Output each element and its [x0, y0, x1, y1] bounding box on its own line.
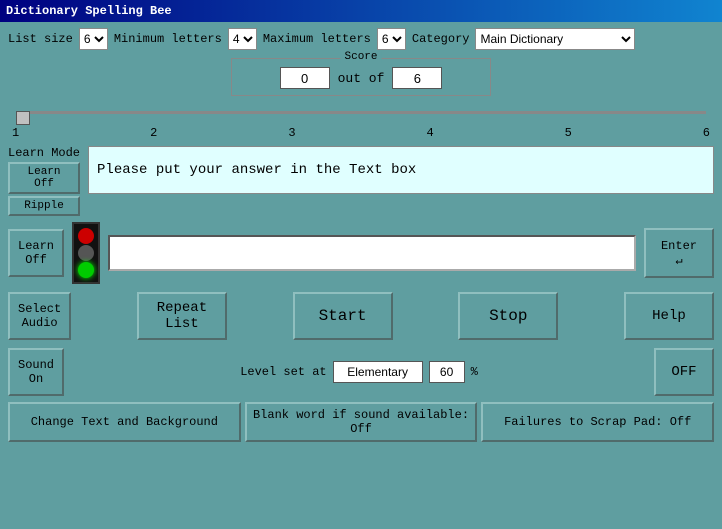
input-row: LearnOff Enter↵	[8, 222, 714, 284]
bottom-row: SoundOn Level set at % OFF	[8, 348, 714, 396]
score-box: Score out of	[231, 58, 491, 96]
category-select[interactable]: Main Dictionary EasyMediumHard	[475, 28, 635, 50]
slider-label-3: 3	[288, 126, 295, 140]
slider-label-5: 5	[565, 126, 572, 140]
level-section: Level set at %	[240, 361, 478, 383]
level-label: Level set at	[240, 365, 326, 379]
select-audio-button[interactable]: SelectAudio	[8, 292, 71, 340]
start-button[interactable]: Start	[293, 292, 393, 340]
yellow-light	[78, 245, 94, 261]
display-text: Please put your answer in the Text box	[97, 162, 416, 178]
title-text: Dictionary Spelling Bee	[6, 4, 172, 18]
learn-off-toggle-button[interactable]: LearnOff	[8, 229, 64, 277]
action-row: SelectAudio RepeatList Start Stop Help	[8, 292, 714, 340]
score-current[interactable]	[280, 67, 330, 89]
top-controls: List size 6 4578 Minimum letters 4 2356 …	[8, 28, 714, 50]
red-light	[78, 228, 94, 244]
sound-on-button[interactable]: SoundOn	[8, 348, 64, 396]
level-pct-input[interactable]	[429, 361, 465, 383]
score-total[interactable]	[392, 67, 442, 89]
list-size-label: List size	[8, 32, 73, 46]
enter-button[interactable]: Enter↵	[644, 228, 714, 278]
off-button[interactable]: OFF	[654, 348, 714, 396]
slider-label-4: 4	[426, 126, 433, 140]
repeat-list-button[interactable]: RepeatList	[137, 292, 227, 340]
out-of-label: out of	[338, 71, 385, 86]
footer-row: Change Text and Background Blank word if…	[8, 402, 714, 442]
display-box: Please put your answer in the Text box	[88, 146, 714, 194]
pct-symbol: %	[471, 365, 478, 379]
green-light	[78, 262, 94, 278]
help-button[interactable]: Help	[624, 292, 714, 340]
progress-slider[interactable]	[16, 104, 706, 120]
list-size-select[interactable]: 6 4578	[79, 28, 108, 50]
learn-off-button[interactable]: LearnOff	[8, 162, 80, 194]
slider-label-2: 2	[150, 126, 157, 140]
title-bar: Dictionary Spelling Bee	[0, 0, 722, 22]
slider-container	[8, 102, 714, 124]
stop-button[interactable]: Stop	[458, 292, 558, 340]
min-letters-select[interactable]: 4 2356	[228, 28, 257, 50]
slider-labels: 1 2 3 4 5 6	[8, 126, 714, 140]
change-text-bg-button[interactable]: Change Text and Background	[8, 402, 241, 442]
enter-symbol: ↵	[675, 253, 682, 268]
traffic-light-icon	[72, 222, 100, 284]
slider-label-6: 6	[703, 126, 710, 140]
answer-input[interactable]	[108, 235, 636, 271]
category-label: Category	[412, 32, 470, 46]
learn-mode-label: Learn Mode	[8, 146, 80, 160]
max-letters-select[interactable]: 6 4578	[377, 28, 406, 50]
min-letters-label: Minimum letters	[114, 32, 222, 46]
score-legend: Score	[340, 51, 381, 63]
blank-word-button[interactable]: Blank word if sound available: Off	[245, 402, 478, 442]
max-letters-label: Maximum letters	[263, 32, 371, 46]
level-value-input[interactable]	[333, 361, 423, 383]
slider-label-1: 1	[12, 126, 19, 140]
mode-buttons: Learn Mode LearnOff Ripple	[8, 146, 80, 216]
ripple-button[interactable]: Ripple	[8, 196, 80, 216]
failures-scrap-button[interactable]: Failures to Scrap Pad: Off	[481, 402, 714, 442]
mode-section: Learn Mode LearnOff Ripple Please put yo…	[8, 146, 714, 216]
